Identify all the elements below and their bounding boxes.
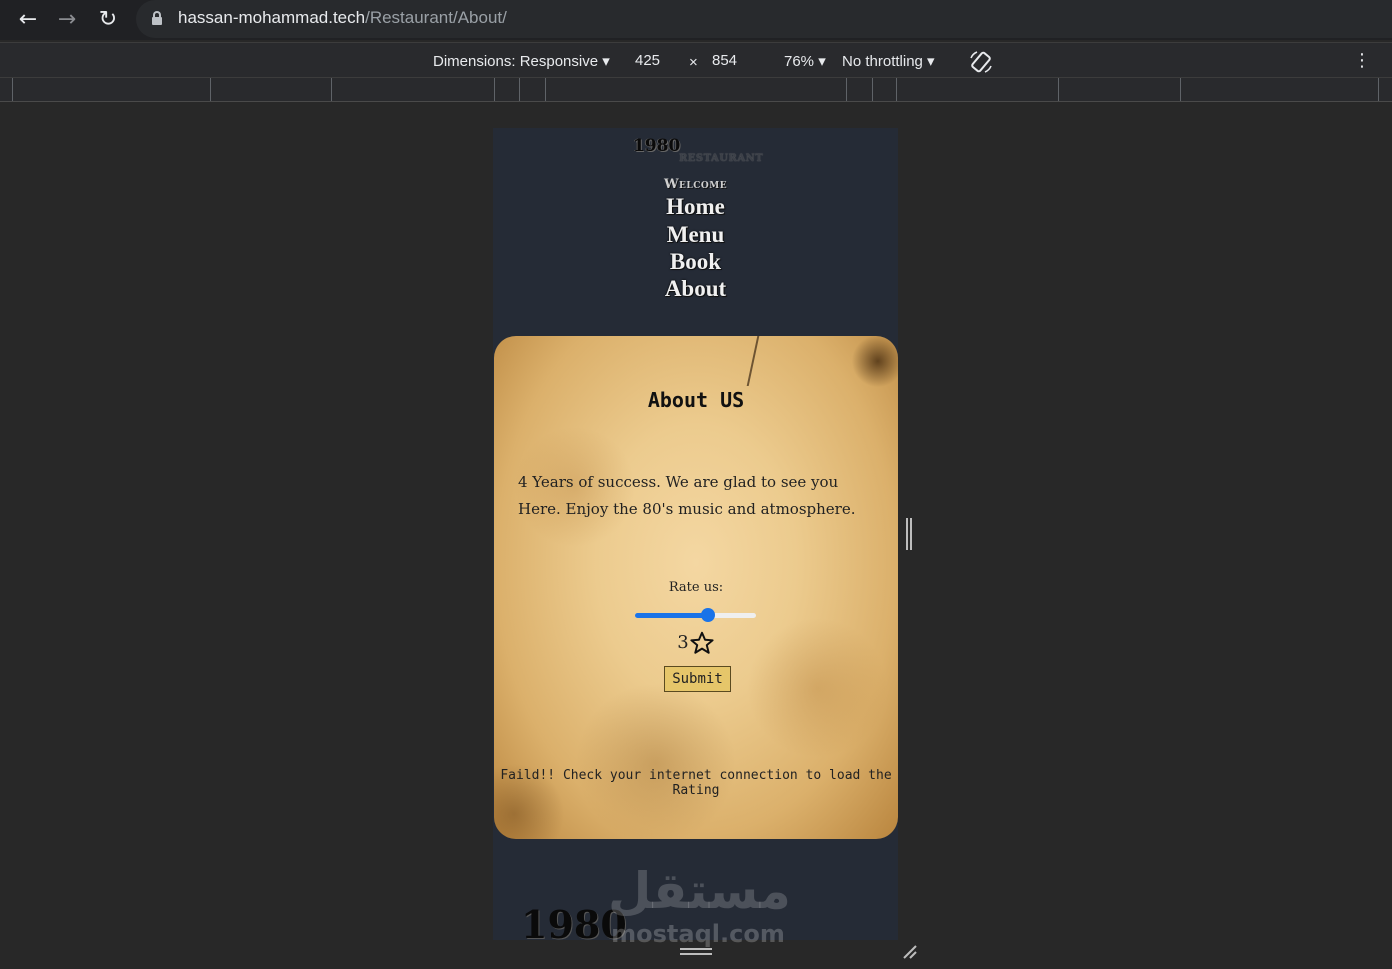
media-query-ruler <box>0 78 1392 102</box>
ruler-segment[interactable] <box>494 78 495 101</box>
browser-toolbar: ← → ↻ hassan-mohammad.tech/Restaurant/Ab… <box>0 0 1392 40</box>
forward-arrow-icon[interactable]: → <box>53 6 81 34</box>
ruler-segment[interactable] <box>519 78 520 101</box>
ruler-segment[interactable] <box>1378 78 1379 101</box>
watermark-arabic: مستقل <box>608 862 791 920</box>
ruler-segment[interactable] <box>872 78 873 101</box>
throttling-dropdown[interactable]: No throttling ▾ <box>842 52 935 70</box>
ruler-segment[interactable] <box>331 78 332 101</box>
width-input[interactable]: 425 <box>635 52 660 69</box>
nav-about-link[interactable]: About <box>493 276 898 302</box>
device-viewport: 1980 RESTAURANT Welcome Home Menu Book A… <box>493 128 898 940</box>
logo-year: 1980 <box>633 136 681 156</box>
watermark-latin: mostaql.com <box>611 920 785 948</box>
right-resize-handle[interactable] <box>906 518 914 550</box>
url-host: hassan-mohammad.tech <box>178 8 366 27</box>
slider-fill <box>635 613 708 618</box>
ruler-segment[interactable] <box>896 78 897 101</box>
nav-home-link[interactable]: Home <box>493 194 898 220</box>
about-title: About US <box>647 388 745 412</box>
dimensions-dropdown[interactable]: Dimensions: Responsive ▾ <box>433 52 610 70</box>
rating-value: 3 <box>677 632 689 653</box>
about-card: About US 4 Years of success. We are glad… <box>494 336 898 839</box>
zoom-dropdown[interactable]: 76% ▾ <box>784 52 826 70</box>
nav-welcome[interactable]: Welcome <box>493 177 898 192</box>
slider-thumb[interactable] <box>700 608 715 622</box>
reload-icon[interactable]: ↻ <box>94 6 122 34</box>
address-bar[interactable]: hassan-mohammad.tech/Restaurant/About/ <box>136 0 1392 38</box>
ruler-segment[interactable] <box>1180 78 1181 101</box>
times-icon: × <box>689 54 698 71</box>
back-arrow-icon[interactable]: ← <box>14 6 42 34</box>
ruler-segment[interactable] <box>210 78 211 101</box>
rating-error-message: Faild!! Check your internet connection t… <box>500 768 892 798</box>
rate-label: Rate us: <box>668 580 724 595</box>
ruler-segment[interactable] <box>12 78 13 101</box>
star-icon <box>690 631 714 654</box>
logo-subtitle: RESTAURANT <box>679 153 764 164</box>
more-options-icon[interactable]: ⋮ <box>1352 51 1372 71</box>
rating-display: 3 <box>494 630 898 656</box>
ruler-segment[interactable] <box>545 78 546 101</box>
ruler-segment[interactable] <box>1058 78 1059 101</box>
corner-resize-icon[interactable] <box>902 944 918 960</box>
submit-button[interactable]: Submit <box>664 666 731 692</box>
about-text: 4 Years of success. We are glad to see y… <box>518 473 856 518</box>
lock-icon[interactable] <box>152 11 162 25</box>
watermark: مستقل mostaql.com <box>608 862 791 952</box>
url-text[interactable]: hassan-mohammad.tech/Restaurant/About/ <box>178 8 507 28</box>
nav-book-link[interactable]: Book <box>493 249 898 275</box>
nav-menu-link[interactable]: Menu <box>493 222 898 248</box>
rotate-icon[interactable] <box>968 49 994 75</box>
device-toolbar: Dimensions: Responsive ▾ 425 × 854 76% ▾… <box>0 42 1392 78</box>
parchment-crack <box>746 336 778 386</box>
site-logo[interactable]: 1980 RESTAURANT <box>633 136 763 168</box>
url-path: /Restaurant/About/ <box>365 8 507 27</box>
ruler-segment[interactable] <box>846 78 847 101</box>
height-input[interactable]: 854 <box>712 52 737 69</box>
rating-slider[interactable] <box>635 608 756 622</box>
